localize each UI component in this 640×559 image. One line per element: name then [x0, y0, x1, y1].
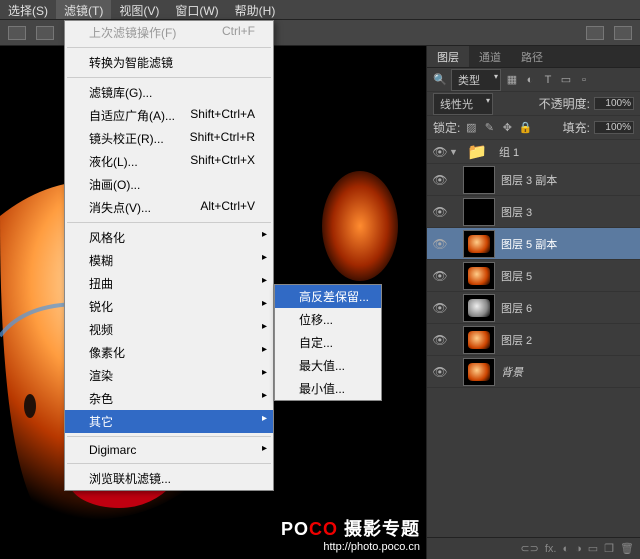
visibility-icon[interactable]: 👁 — [431, 365, 449, 379]
menu-convert-smart[interactable]: 转换为智能滤镜 — [65, 51, 273, 74]
layer-name: 图层 5 副本 — [501, 236, 557, 252]
filter-adjust-icon[interactable]: ◐ — [523, 73, 537, 87]
mask-icon[interactable]: ◐ — [562, 543, 569, 555]
watermark: POCO 摄影专题 http://photo.poco.cn — [281, 515, 420, 553]
tab-channels[interactable]: 通道 — [469, 46, 511, 67]
layer-name: 图层 3 副本 — [501, 172, 557, 188]
menu-minimum[interactable]: 最小值... — [275, 377, 381, 400]
layer-thumb[interactable] — [463, 230, 495, 258]
lock-move-icon[interactable]: ✥ — [500, 121, 514, 135]
toolbar-icon[interactable] — [614, 26, 632, 40]
layer-row[interactable]: 👁 图层 6 — [427, 292, 640, 324]
visibility-icon[interactable]: 👁 — [431, 145, 449, 159]
menu-oil[interactable]: 油画(O)... — [65, 173, 273, 196]
visibility-icon[interactable]: 👁 — [431, 333, 449, 347]
menu-sharpen[interactable]: 锐化 — [65, 295, 273, 318]
lock-label: 锁定: — [433, 119, 460, 136]
menu-filter[interactable]: 滤镜(T) — [56, 0, 111, 19]
visibility-icon[interactable]: 👁 — [431, 237, 449, 251]
menu-other[interactable]: 其它 — [65, 410, 273, 433]
filter-shape-icon[interactable]: ▭ — [559, 73, 573, 87]
menu-highpass[interactable]: 高反差保留... — [275, 285, 381, 308]
trash-icon[interactable]: 🗑 — [620, 542, 634, 555]
menu-custom[interactable]: 自定... — [275, 331, 381, 354]
layer-row[interactable]: 👁 图层 3 — [427, 196, 640, 228]
layer-name: 图层 3 — [501, 204, 532, 220]
new-layer-icon[interactable]: ❐ — [604, 542, 614, 555]
layer-name: 组 1 — [499, 144, 519, 160]
layer-thumb[interactable] — [463, 358, 495, 386]
menu-gallery[interactable]: 滤镜库(G)... — [65, 81, 273, 104]
menu-maximum[interactable]: 最大值... — [275, 354, 381, 377]
menu-lens[interactable]: 镜头校正(R)...Shift+Ctrl+R — [65, 127, 273, 150]
layer-thumb[interactable] — [463, 198, 495, 226]
visibility-icon[interactable]: 👁 — [431, 173, 449, 187]
layer-name: 图层 5 — [501, 268, 532, 284]
folder-icon: 📁 — [461, 140, 493, 166]
blend-mode-select[interactable]: 线性光 — [433, 93, 493, 115]
menu-render[interactable]: 渲染 — [65, 364, 273, 387]
visibility-icon[interactable]: 👁 — [431, 301, 449, 315]
fx-icon[interactable]: fx. — [545, 543, 557, 555]
filter-pixel-icon[interactable]: ▦ — [505, 73, 519, 87]
lock-trans-icon[interactable]: ▨ — [464, 121, 478, 135]
toolbar-icon[interactable] — [586, 26, 604, 40]
menu-digimarc[interactable]: Digimarc — [65, 440, 273, 460]
menu-distort[interactable]: 扭曲 — [65, 272, 273, 295]
filter-type-icon[interactable]: T — [541, 73, 555, 87]
fill-label: 填充: — [563, 119, 590, 136]
menu-wide-angle[interactable]: 自适应广角(A)...Shift+Ctrl+A — [65, 104, 273, 127]
menu-view[interactable]: 视图(V) — [111, 0, 167, 19]
link-icon[interactable]: ⊂⊃ — [520, 542, 538, 555]
layer-row[interactable]: 👁 图层 5 — [427, 260, 640, 292]
filter-menu: 上次滤镜操作(F)Ctrl+F 转换为智能滤镜 滤镜库(G)... 自适应广角(… — [64, 20, 274, 491]
layer-row[interactable]: 👁 图层 5 副本 — [427, 228, 640, 260]
menu-browse-online[interactable]: 浏览联机滤镜... — [65, 467, 273, 490]
lock-paint-icon[interactable]: ✎ — [482, 121, 496, 135]
filter-smart-icon[interactable]: ▫ — [577, 73, 591, 87]
menu-pixelate[interactable]: 像素化 — [65, 341, 273, 364]
menu-select[interactable]: 选择(S) — [0, 0, 56, 19]
menu-stylize[interactable]: 风格化 — [65, 226, 273, 249]
visibility-icon[interactable]: 👁 — [431, 269, 449, 283]
layer-thumb[interactable] — [463, 166, 495, 194]
kind-select[interactable]: 类型 — [451, 69, 501, 91]
toolbar-icon[interactable] — [8, 26, 26, 40]
search-icon: 🔍 — [433, 73, 447, 87]
tab-layers[interactable]: 图层 — [427, 46, 469, 67]
disclosure-icon[interactable]: ▼ — [449, 147, 459, 157]
layer-row[interactable]: 👁 图层 2 — [427, 324, 640, 356]
layer-row[interactable]: 👁▼📁 组 1 — [427, 140, 640, 164]
other-submenu: 高反差保留... 位移... 自定... 最大值... 最小值... — [274, 284, 382, 401]
layer-thumb[interactable] — [463, 326, 495, 354]
layer-thumb[interactable] — [463, 294, 495, 322]
fill-input[interactable]: 100% — [594, 121, 634, 134]
menu-help[interactable]: 帮助(H) — [227, 0, 284, 19]
layer-thumb[interactable] — [463, 262, 495, 290]
menu-window[interactable]: 窗口(W) — [167, 0, 226, 19]
menu-blur[interactable]: 模糊 — [65, 249, 273, 272]
layer-name: 图层 6 — [501, 300, 532, 316]
opacity-input[interactable]: 100% — [594, 97, 634, 110]
menu-noise[interactable]: 杂色 — [65, 387, 273, 410]
menu-offset[interactable]: 位移... — [275, 308, 381, 331]
layer-name: 背景 — [501, 364, 523, 380]
menu-liquify[interactable]: 液化(L)...Shift+Ctrl+X — [65, 150, 273, 173]
menu-last-filter[interactable]: 上次滤镜操作(F)Ctrl+F — [65, 21, 273, 44]
adjust-icon[interactable]: ◑ — [575, 543, 582, 555]
toolbar-icon[interactable] — [36, 26, 54, 40]
group-icon[interactable]: ▭ — [588, 542, 598, 555]
layer-row[interactable]: 👁 图层 3 副本 — [427, 164, 640, 196]
menu-vanish[interactable]: 消失点(V)...Alt+Ctrl+V — [65, 196, 273, 219]
tab-paths[interactable]: 路径 — [511, 46, 553, 67]
lock-all-icon[interactable]: 🔒 — [518, 121, 532, 135]
visibility-icon[interactable]: 👁 — [431, 205, 449, 219]
menu-video[interactable]: 视频 — [65, 318, 273, 341]
opacity-label: 不透明度: — [539, 95, 590, 112]
layer-row[interactable]: 👁 背景 — [427, 356, 640, 388]
layer-name: 图层 2 — [501, 332, 532, 348]
